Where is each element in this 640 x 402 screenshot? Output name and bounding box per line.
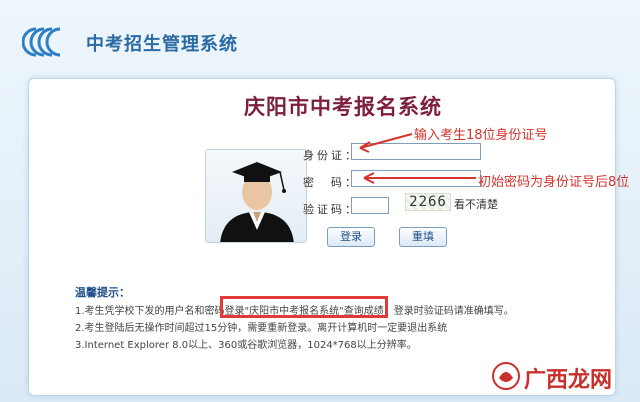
annotation-arrows [359,133,476,184]
password-annotation: 初始密码为身份证号后8位 [478,175,630,190]
watermark-logo-icon [492,362,520,390]
watermark-text: 广西龙网 [524,368,613,393]
id-annotation: 输入考生18位身份证号 [414,128,548,143]
